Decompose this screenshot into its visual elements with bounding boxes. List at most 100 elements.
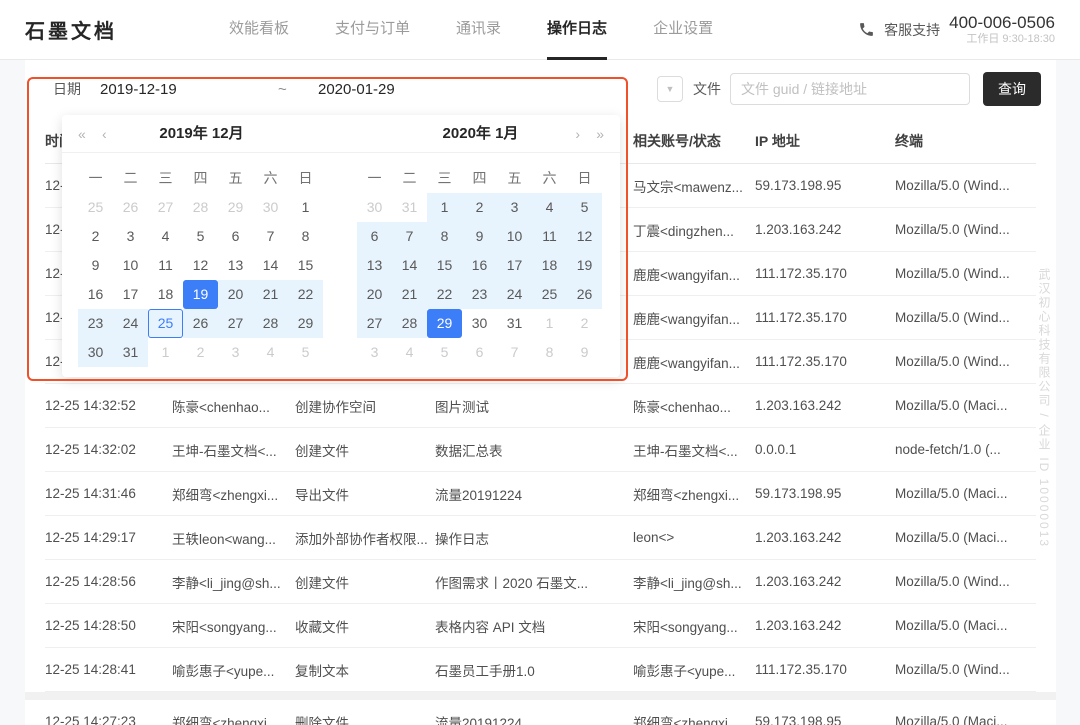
day-cell[interactable]: 10 — [497, 222, 532, 251]
day-cell[interactable]: 1 — [532, 309, 567, 338]
nav-tab-dashboard[interactable]: 效能看板 — [229, 0, 289, 60]
date-start-value[interactable]: 2019-12-19 — [100, 81, 278, 98]
day-cell[interactable]: 16 — [78, 280, 113, 309]
day-cell[interactable]: 2 — [183, 338, 218, 367]
day-cell[interactable]: 2 — [567, 309, 602, 338]
day-cell[interactable]: 1 — [148, 338, 183, 367]
day-cell[interactable]: 25 — [78, 193, 113, 222]
day-cell[interactable]: 2 — [78, 222, 113, 251]
day-cell[interactable]: 18 — [532, 251, 567, 280]
day-cell[interactable]: 20 — [218, 280, 253, 309]
day-cell[interactable]: 27 — [357, 309, 392, 338]
day-cell[interactable]: 9 — [462, 222, 497, 251]
table-cell: 12-25 14:28:56 — [45, 574, 172, 589]
day-cell[interactable]: 9 — [567, 338, 602, 367]
day-cell[interactable]: 27 — [148, 193, 183, 222]
nav-tab-payments[interactable]: 支付与订单 — [335, 0, 410, 60]
day-cell[interactable]: 25 — [148, 309, 183, 338]
day-cell[interactable]: 6 — [462, 338, 497, 367]
day-cell[interactable]: 11 — [532, 222, 567, 251]
day-cell[interactable]: 16 — [462, 251, 497, 280]
day-cell[interactable]: 14 — [392, 251, 427, 280]
day-cell[interactable]: 5 — [427, 338, 462, 367]
day-cell[interactable]: 9 — [78, 251, 113, 280]
day-cell[interactable]: 4 — [253, 338, 288, 367]
day-cell[interactable]: 26 — [183, 309, 218, 338]
day-cell[interactable]: 17 — [113, 280, 148, 309]
day-cell[interactable]: 27 — [218, 309, 253, 338]
day-cell[interactable]: 29 — [427, 309, 462, 338]
day-cell[interactable]: 7 — [497, 338, 532, 367]
day-cell[interactable]: 4 — [392, 338, 427, 367]
day-cell[interactable]: 8 — [288, 222, 323, 251]
day-cell[interactable]: 31 — [113, 338, 148, 367]
day-cell[interactable]: 24 — [497, 280, 532, 309]
day-cell[interactable]: 17 — [497, 251, 532, 280]
day-cell[interactable]: 23 — [462, 280, 497, 309]
day-cell[interactable]: 1 — [427, 193, 462, 222]
day-cell[interactable]: 19 — [183, 280, 218, 309]
date-end-value[interactable]: 2020-01-29 — [318, 81, 395, 98]
day-cell[interactable]: 4 — [148, 222, 183, 251]
day-cell[interactable]: 7 — [392, 222, 427, 251]
day-cell[interactable]: 2 — [462, 193, 497, 222]
day-cell[interactable]: 22 — [288, 280, 323, 309]
day-cell[interactable]: 15 — [427, 251, 462, 280]
day-cell[interactable]: 12 — [567, 222, 602, 251]
day-cell[interactable]: 19 — [567, 251, 602, 280]
day-cell[interactable]: 8 — [532, 338, 567, 367]
date-preset-dropdown[interactable]: ▼ — [657, 76, 683, 102]
day-cell[interactable]: 15 — [288, 251, 323, 280]
day-cell[interactable]: 25 — [532, 280, 567, 309]
support-phone-number: 400-006-0506 — [949, 12, 1055, 33]
day-cell[interactable]: 5 — [567, 193, 602, 222]
day-cell[interactable]: 29 — [218, 193, 253, 222]
day-cell[interactable]: 31 — [392, 193, 427, 222]
day-cell[interactable]: 18 — [148, 280, 183, 309]
day-cell[interactable]: 1 — [288, 193, 323, 222]
day-cell[interactable]: 21 — [253, 280, 288, 309]
file-guid-input[interactable] — [730, 73, 970, 105]
day-cell[interactable]: 21 — [392, 280, 427, 309]
day-cell[interactable]: 5 — [183, 222, 218, 251]
day-cell[interactable]: 7 — [253, 222, 288, 251]
day-cell[interactable]: 14 — [253, 251, 288, 280]
day-cell[interactable]: 24 — [113, 309, 148, 338]
search-button[interactable]: 查询 — [983, 72, 1041, 106]
day-cell[interactable]: 11 — [148, 251, 183, 280]
day-cell[interactable]: 10 — [113, 251, 148, 280]
day-cell[interactable]: 13 — [218, 251, 253, 280]
nav-tab-enterprise-settings[interactable]: 企业设置 — [653, 0, 713, 60]
day-cell[interactable]: 13 — [357, 251, 392, 280]
day-cell[interactable]: 29 — [288, 309, 323, 338]
day-cell[interactable]: 3 — [357, 338, 392, 367]
day-cell[interactable]: 5 — [288, 338, 323, 367]
day-cell[interactable]: 28 — [253, 309, 288, 338]
day-cell[interactable]: 28 — [392, 309, 427, 338]
next-year-icon[interactable]: » — [596, 115, 604, 153]
day-cell[interactable]: 30 — [78, 338, 113, 367]
day-cell[interactable]: 20 — [357, 280, 392, 309]
day-cell[interactable]: 30 — [357, 193, 392, 222]
day-cell[interactable]: 28 — [183, 193, 218, 222]
day-cell[interactable]: 3 — [218, 338, 253, 367]
day-cell[interactable]: 12 — [183, 251, 218, 280]
day-cell[interactable]: 8 — [427, 222, 462, 251]
day-cell[interactable]: 30 — [462, 309, 497, 338]
day-cell[interactable]: 4 — [532, 193, 567, 222]
day-cell[interactable]: 26 — [567, 280, 602, 309]
nav-tab-operation-log[interactable]: 操作日志 — [547, 0, 607, 60]
date-range-input[interactable]: 2019-12-19 ~ 2020-01-29 — [87, 70, 643, 108]
day-cell[interactable]: 23 — [78, 309, 113, 338]
day-cell[interactable]: 6 — [218, 222, 253, 251]
day-cell[interactable]: 3 — [113, 222, 148, 251]
nav-tab-contacts[interactable]: 通讯录 — [456, 0, 501, 60]
next-month-icon[interactable]: › — [575, 115, 580, 153]
day-cell[interactable]: 6 — [357, 222, 392, 251]
day-cell[interactable]: 26 — [113, 193, 148, 222]
day-cell[interactable]: 22 — [427, 280, 462, 309]
day-cell[interactable]: 31 — [497, 309, 532, 338]
day-cell[interactable]: 30 — [253, 193, 288, 222]
day-cell[interactable]: 3 — [497, 193, 532, 222]
table-cell: 流量20191224 — [435, 484, 633, 504]
